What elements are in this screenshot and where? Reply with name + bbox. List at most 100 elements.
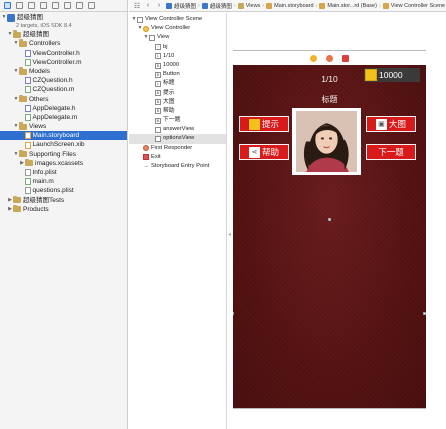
navigator-item[interactable]: Main.storyboard (0, 131, 127, 141)
view-controller-icon[interactable] (310, 54, 317, 62)
question-image-button[interactable] (292, 108, 361, 175)
outline-item-label: bj (163, 43, 168, 50)
outline-item[interactable]: optionsView (129, 134, 226, 144)
navigator-item-label: AppDelegate.h (32, 104, 76, 112)
outline-item[interactable]: B 提示 (129, 89, 226, 98)
outline-item[interactable]: ▫ bj (129, 43, 226, 52)
navigator-item[interactable]: ▶ images.xcassets (0, 158, 127, 168)
zoom-button[interactable]: ▣ 大图 (366, 116, 416, 132)
outline-toggle-icon[interactable]: ◂ (228, 231, 232, 239)
outline-item-label: optionsView (163, 135, 195, 142)
storyboard-canvas[interactable]: ◂ 1/10 10000 标题 提示 ▣ 大图 ⋖ 帮助 下一题 (228, 13, 446, 429)
resize-handle[interactable] (423, 312, 426, 315)
navigator-item[interactable]: ▼ Models (0, 67, 127, 76)
outline-item[interactable]: L 标题 (129, 79, 226, 88)
file-icon (25, 49, 31, 57)
navigator-item[interactable]: ▼ Others (0, 94, 127, 104)
resize-handle[interactable] (328, 218, 331, 221)
navigator-item[interactable]: CZQuestion.h (0, 76, 127, 85)
coin-icon (248, 118, 260, 130)
warning-icon[interactable] (40, 2, 47, 9)
breadcrumb-item[interactable]: 超级猜图 (174, 2, 196, 10)
navigator-item[interactable]: ▼ Controllers (0, 39, 127, 48)
first-responder-icon[interactable] (326, 54, 333, 62)
view-controller-view[interactable]: 1/10 10000 标题 提示 ▣ 大图 ⋖ 帮助 下一题 (233, 65, 426, 408)
arrow-icon: → (143, 162, 149, 170)
navigator-item[interactable]: ▶ 超级猜图Tests (0, 195, 127, 205)
breadcrumb-separator-icon: › (315, 2, 318, 9)
file-icon (25, 132, 31, 140)
related-items-icon[interactable]: ☷ (133, 2, 141, 10)
folder-icon (13, 204, 21, 213)
breadcrumb-item[interactable]: Main.storyboard (274, 3, 313, 9)
outline-item[interactable]: First Responder (129, 144, 226, 153)
btn-icon: B (155, 117, 161, 124)
report-icon[interactable] (88, 2, 95, 9)
forward-icon[interactable]: › (155, 2, 163, 9)
file-icon (25, 187, 31, 195)
navigator-item[interactable]: LaunchScreen.xib (0, 140, 127, 149)
project-root-row[interactable]: ▼ 超级猜图 (0, 13, 127, 22)
search-icon[interactable] (28, 2, 35, 9)
outline-item[interactable]: B 下一题 (129, 116, 226, 125)
project-navigator: ▼ 超级猜图 2 targets, iOS SDK 8.4 ▼ 超级猜图 ▼ Cont… (0, 0, 128, 429)
btn-icon: B (155, 99, 161, 106)
breadcrumb-item[interactable]: View Controller Scene (391, 3, 445, 9)
resize-handle[interactable] (233, 312, 234, 315)
debug-icon[interactable] (64, 2, 71, 9)
outline-item[interactable]: ▼ View Controller Scene (129, 15, 226, 24)
document-outline: ▼ View Controller Scene ▼ View Controller ▼ V… (129, 13, 227, 429)
folder-icon (13, 30, 21, 38)
outline-item[interactable]: B Button (129, 70, 226, 79)
btn-icon: B (155, 62, 161, 69)
navigator-item[interactable]: AppDelegate.h (0, 104, 127, 113)
folder-icon[interactable] (4, 2, 11, 9)
hint-button[interactable]: 提示 (239, 116, 289, 132)
outline-item-label: 下一题 (163, 117, 181, 124)
next-button[interactable]: 下一题 (366, 144, 416, 160)
outline-item-label: 标题 (163, 80, 175, 87)
breadcrumb-icon (237, 2, 244, 9)
outline-item[interactable]: Exit (129, 153, 226, 162)
exit-icon[interactable] (342, 54, 349, 62)
help-button[interactable]: ⋖ 帮助 (239, 144, 289, 160)
outline-item[interactable]: answerView (129, 125, 226, 134)
vc-icon (143, 25, 149, 32)
back-icon[interactable]: ‹ (144, 2, 152, 9)
breadcrumb-item[interactable]: Main.stor...rd (Base) (327, 3, 377, 9)
outline-item[interactable]: B 大图 (129, 98, 226, 107)
scene-dock (233, 51, 426, 65)
navigator-item[interactable]: Info.plist (0, 168, 127, 177)
project-subtitle: 2 targets, iOS SDK 8.4 (16, 23, 72, 30)
navigator-item[interactable]: ▼ Supporting Files (0, 149, 127, 159)
outline-item[interactable]: → Storyboard Entry Point (129, 162, 226, 171)
scene-icon (137, 16, 143, 23)
outline-item[interactable]: ▼ View (129, 33, 226, 42)
breadcrumb-item[interactable]: 超级猜图 (210, 2, 232, 10)
symbol-icon[interactable] (16, 2, 23, 9)
navigator-item[interactable]: ViewController.h (0, 49, 127, 58)
test-icon[interactable] (52, 2, 59, 9)
navigator-item[interactable]: ViewController.m (0, 58, 127, 67)
folder-icon (19, 67, 27, 75)
coin-button[interactable]: 10000 (364, 68, 420, 82)
navigator-item[interactable]: ▼ Views (0, 122, 127, 131)
outline-item-label: View Controller Scene (145, 16, 203, 22)
navigator-item[interactable]: CZQuestion.m (0, 85, 127, 94)
breadcrumb-item[interactable]: Views (246, 3, 261, 9)
breakpoint-icon[interactable] (76, 2, 83, 9)
folder-icon (25, 158, 33, 167)
navigator-item[interactable]: ▶ Products (0, 204, 127, 214)
outline-item[interactable]: B 10000 (129, 61, 226, 70)
navigator-item[interactable]: questions.plist (0, 186, 127, 195)
navigator-item[interactable]: main.m (0, 177, 127, 186)
outline-item[interactable]: L 1/10 (129, 52, 226, 61)
outline-item[interactable]: ▼ View Controller (129, 24, 226, 33)
outline-item[interactable]: B 帮助 (129, 107, 226, 116)
navigator-item[interactable]: AppDelegate.m (0, 113, 127, 122)
navigator-item-label: ViewController.m (32, 58, 82, 66)
file-icon (25, 86, 31, 94)
navigator-item[interactable]: ▼ 超级猜图 (0, 30, 127, 39)
jump-bar: ☷ ‹ › 超级猜图 › 超级猜图 › Views › Main.storyboard › Ma… (129, 0, 446, 12)
view-icon (155, 126, 161, 133)
